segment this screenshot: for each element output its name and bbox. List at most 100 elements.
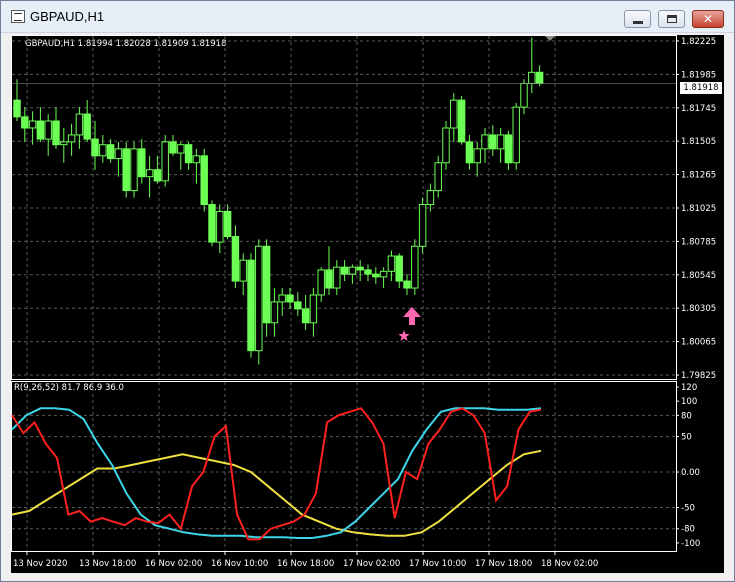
- candle-body: [340, 266, 349, 275]
- candle-body: [379, 270, 388, 278]
- candle-body: [99, 144, 107, 157]
- candle-body: [520, 82, 528, 108]
- indicator-axis-label: 0.00: [681, 468, 700, 478]
- indicator-panel-border: [11, 381, 677, 552]
- candle-body: [169, 141, 177, 154]
- candle-body: [75, 113, 84, 136]
- candle-body: [231, 236, 240, 282]
- time-axis-label: 17 Nov 10:00: [409, 559, 466, 569]
- candle-body: [387, 255, 396, 272]
- current-price-tag: 1.81918: [680, 82, 722, 94]
- candle-body: [426, 190, 435, 206]
- maximize-icon: [667, 15, 677, 23]
- candle-body: [184, 144, 193, 164]
- candle-body: [192, 155, 201, 164]
- candle-body: [255, 245, 263, 352]
- price-axis-label: 1.80785: [681, 237, 716, 247]
- candle-body: [473, 148, 481, 164]
- price-axis-label: 1.81265: [681, 171, 716, 181]
- candle-body: [223, 210, 232, 238]
- candle-body: [262, 245, 271, 324]
- candle-body: [512, 106, 520, 164]
- candle-body: [286, 294, 294, 303]
- candle-body: [309, 294, 318, 324]
- price-axis-label: 1.81025: [681, 204, 716, 214]
- indicator-axis-label: -50: [681, 503, 695, 513]
- candle-body: [200, 155, 208, 206]
- candle-body: [294, 301, 302, 310]
- time-axis-label: 13 Nov 18:00: [79, 559, 136, 569]
- indicator-axis-label: -100: [681, 539, 700, 549]
- maximize-button[interactable]: [658, 10, 685, 28]
- candle-body: [153, 169, 162, 182]
- buy-arrow-icon: [403, 307, 421, 325]
- window-title: GBPAUD,H1: [30, 9, 105, 24]
- minimize-button[interactable]: [624, 10, 651, 28]
- candle-body: [67, 134, 76, 143]
- close-icon: ✕: [702, 12, 714, 26]
- candle-body: [481, 134, 489, 150]
- indicator-axis-label: 80: [681, 411, 692, 421]
- candle-body: [504, 134, 513, 164]
- candle-body: [450, 99, 458, 129]
- time-axis-label: 16 Nov 02:00: [145, 559, 202, 569]
- candle-body: [418, 204, 427, 247]
- time-axis-label: 13 Nov 2020: [13, 559, 67, 569]
- time-axis-label: 16 Nov 18:00: [277, 559, 334, 569]
- candle-body: [333, 266, 341, 289]
- candle-body: [434, 162, 442, 192]
- chart-window: GBPAUD,H1 ✕ GBPAUD,H1 1.81994 1.82028 1.…: [0, 0, 735, 582]
- indicator-axis-label: 120: [681, 383, 697, 393]
- candle-body: [348, 266, 357, 275]
- candle-body: [130, 148, 138, 192]
- candle-body: [28, 120, 37, 129]
- candle-body: [301, 308, 310, 324]
- candle-body: [247, 259, 255, 352]
- candle-body: [325, 269, 333, 289]
- candle-body: [395, 255, 403, 282]
- minimize-icon: [633, 21, 643, 24]
- candle-body: [270, 301, 279, 324]
- indicator-header: R(9,26,52) 81.7 86.9 36.0: [14, 383, 124, 393]
- candle-body: [239, 259, 247, 282]
- candle-body: [208, 204, 216, 243]
- price-axis-label: 1.80305: [681, 304, 716, 314]
- signal-star-icon: [398, 330, 410, 341]
- price-axis-label: 1.81985: [681, 70, 716, 80]
- indicator-axis-label: 100: [681, 397, 697, 407]
- chart-canvas[interactable]: GBPAUD,H1 1.81994 1.82028 1.81909 1.8191…: [11, 35, 724, 573]
- candle-body: [364, 269, 372, 275]
- candle-body: [496, 134, 505, 150]
- candle-body: [44, 120, 52, 140]
- chart-area[interactable]: GBPAUD,H1 1.81994 1.82028 1.81909 1.8191…: [11, 35, 724, 573]
- time-axis-label: 17 Nov 02:00: [343, 559, 400, 569]
- price-axis-label: 1.81745: [681, 104, 716, 114]
- price-axis-label: 1.80545: [681, 271, 716, 281]
- time-axis-label: 17 Nov 18:00: [475, 559, 532, 569]
- indicator-line-fast: [11, 407, 542, 541]
- close-button[interactable]: ✕: [692, 10, 724, 28]
- candle-body: [91, 138, 99, 157]
- candle-body: [442, 127, 450, 164]
- candle-body: [356, 266, 364, 271]
- candle-body: [216, 210, 224, 243]
- price-axis-label: 1.79825: [681, 371, 716, 381]
- indicator-axis-label: -80: [681, 525, 695, 535]
- candle-body: [278, 294, 286, 303]
- candle-body: [106, 144, 115, 160]
- price-axis-label: 1.81505: [681, 137, 716, 147]
- candle-body: [138, 148, 146, 178]
- time-axis-label: 16 Nov 10:00: [211, 559, 268, 569]
- candle-body: [114, 148, 123, 160]
- chart-window-icon: [11, 10, 25, 23]
- candle-body: [122, 148, 130, 192]
- candle-body: [161, 141, 169, 182]
- indicator-line-slow: [11, 449, 542, 537]
- indicator-axis-label: 50: [681, 433, 692, 443]
- price-axis-label: 1.82225: [681, 37, 716, 47]
- candle-body: [411, 245, 419, 289]
- candle-body: [21, 116, 29, 129]
- candle-body: [83, 113, 91, 140]
- title-bar[interactable]: GBPAUD,H1 ✕: [1, 1, 734, 33]
- candle-body: [317, 269, 325, 296]
